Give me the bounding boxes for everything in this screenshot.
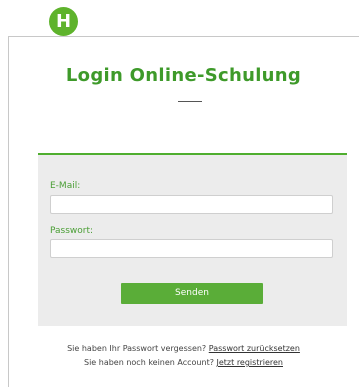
register-text: Sie haben noch keinen Account? — [83, 358, 214, 367]
forgot-password-line: Sie haben Ihr Passwort vergessen? Passwo… — [8, 343, 359, 354]
register-link[interactable]: Jetzt registrieren — [217, 358, 283, 367]
password-field[interactable] — [50, 239, 333, 258]
reset-password-link[interactable]: Passwort zurücksetzen — [209, 344, 300, 353]
page-title: Login Online-Schulung — [65, 65, 302, 86]
step-badge: H — [49, 7, 78, 36]
title-divider — [178, 101, 202, 102]
register-line: Sie haben noch keinen Account? Jetzt reg… — [8, 357, 359, 368]
submit-button[interactable]: Senden — [121, 283, 263, 304]
email-label: E-Mail: — [50, 181, 81, 191]
login-form-panel: E-Mail: Passwort: Senden — [38, 153, 347, 326]
forgot-password-text: Sie haben Ihr Passwort vergessen? — [67, 344, 207, 353]
email-field[interactable] — [50, 195, 333, 214]
password-label: Passwort: — [50, 226, 94, 236]
